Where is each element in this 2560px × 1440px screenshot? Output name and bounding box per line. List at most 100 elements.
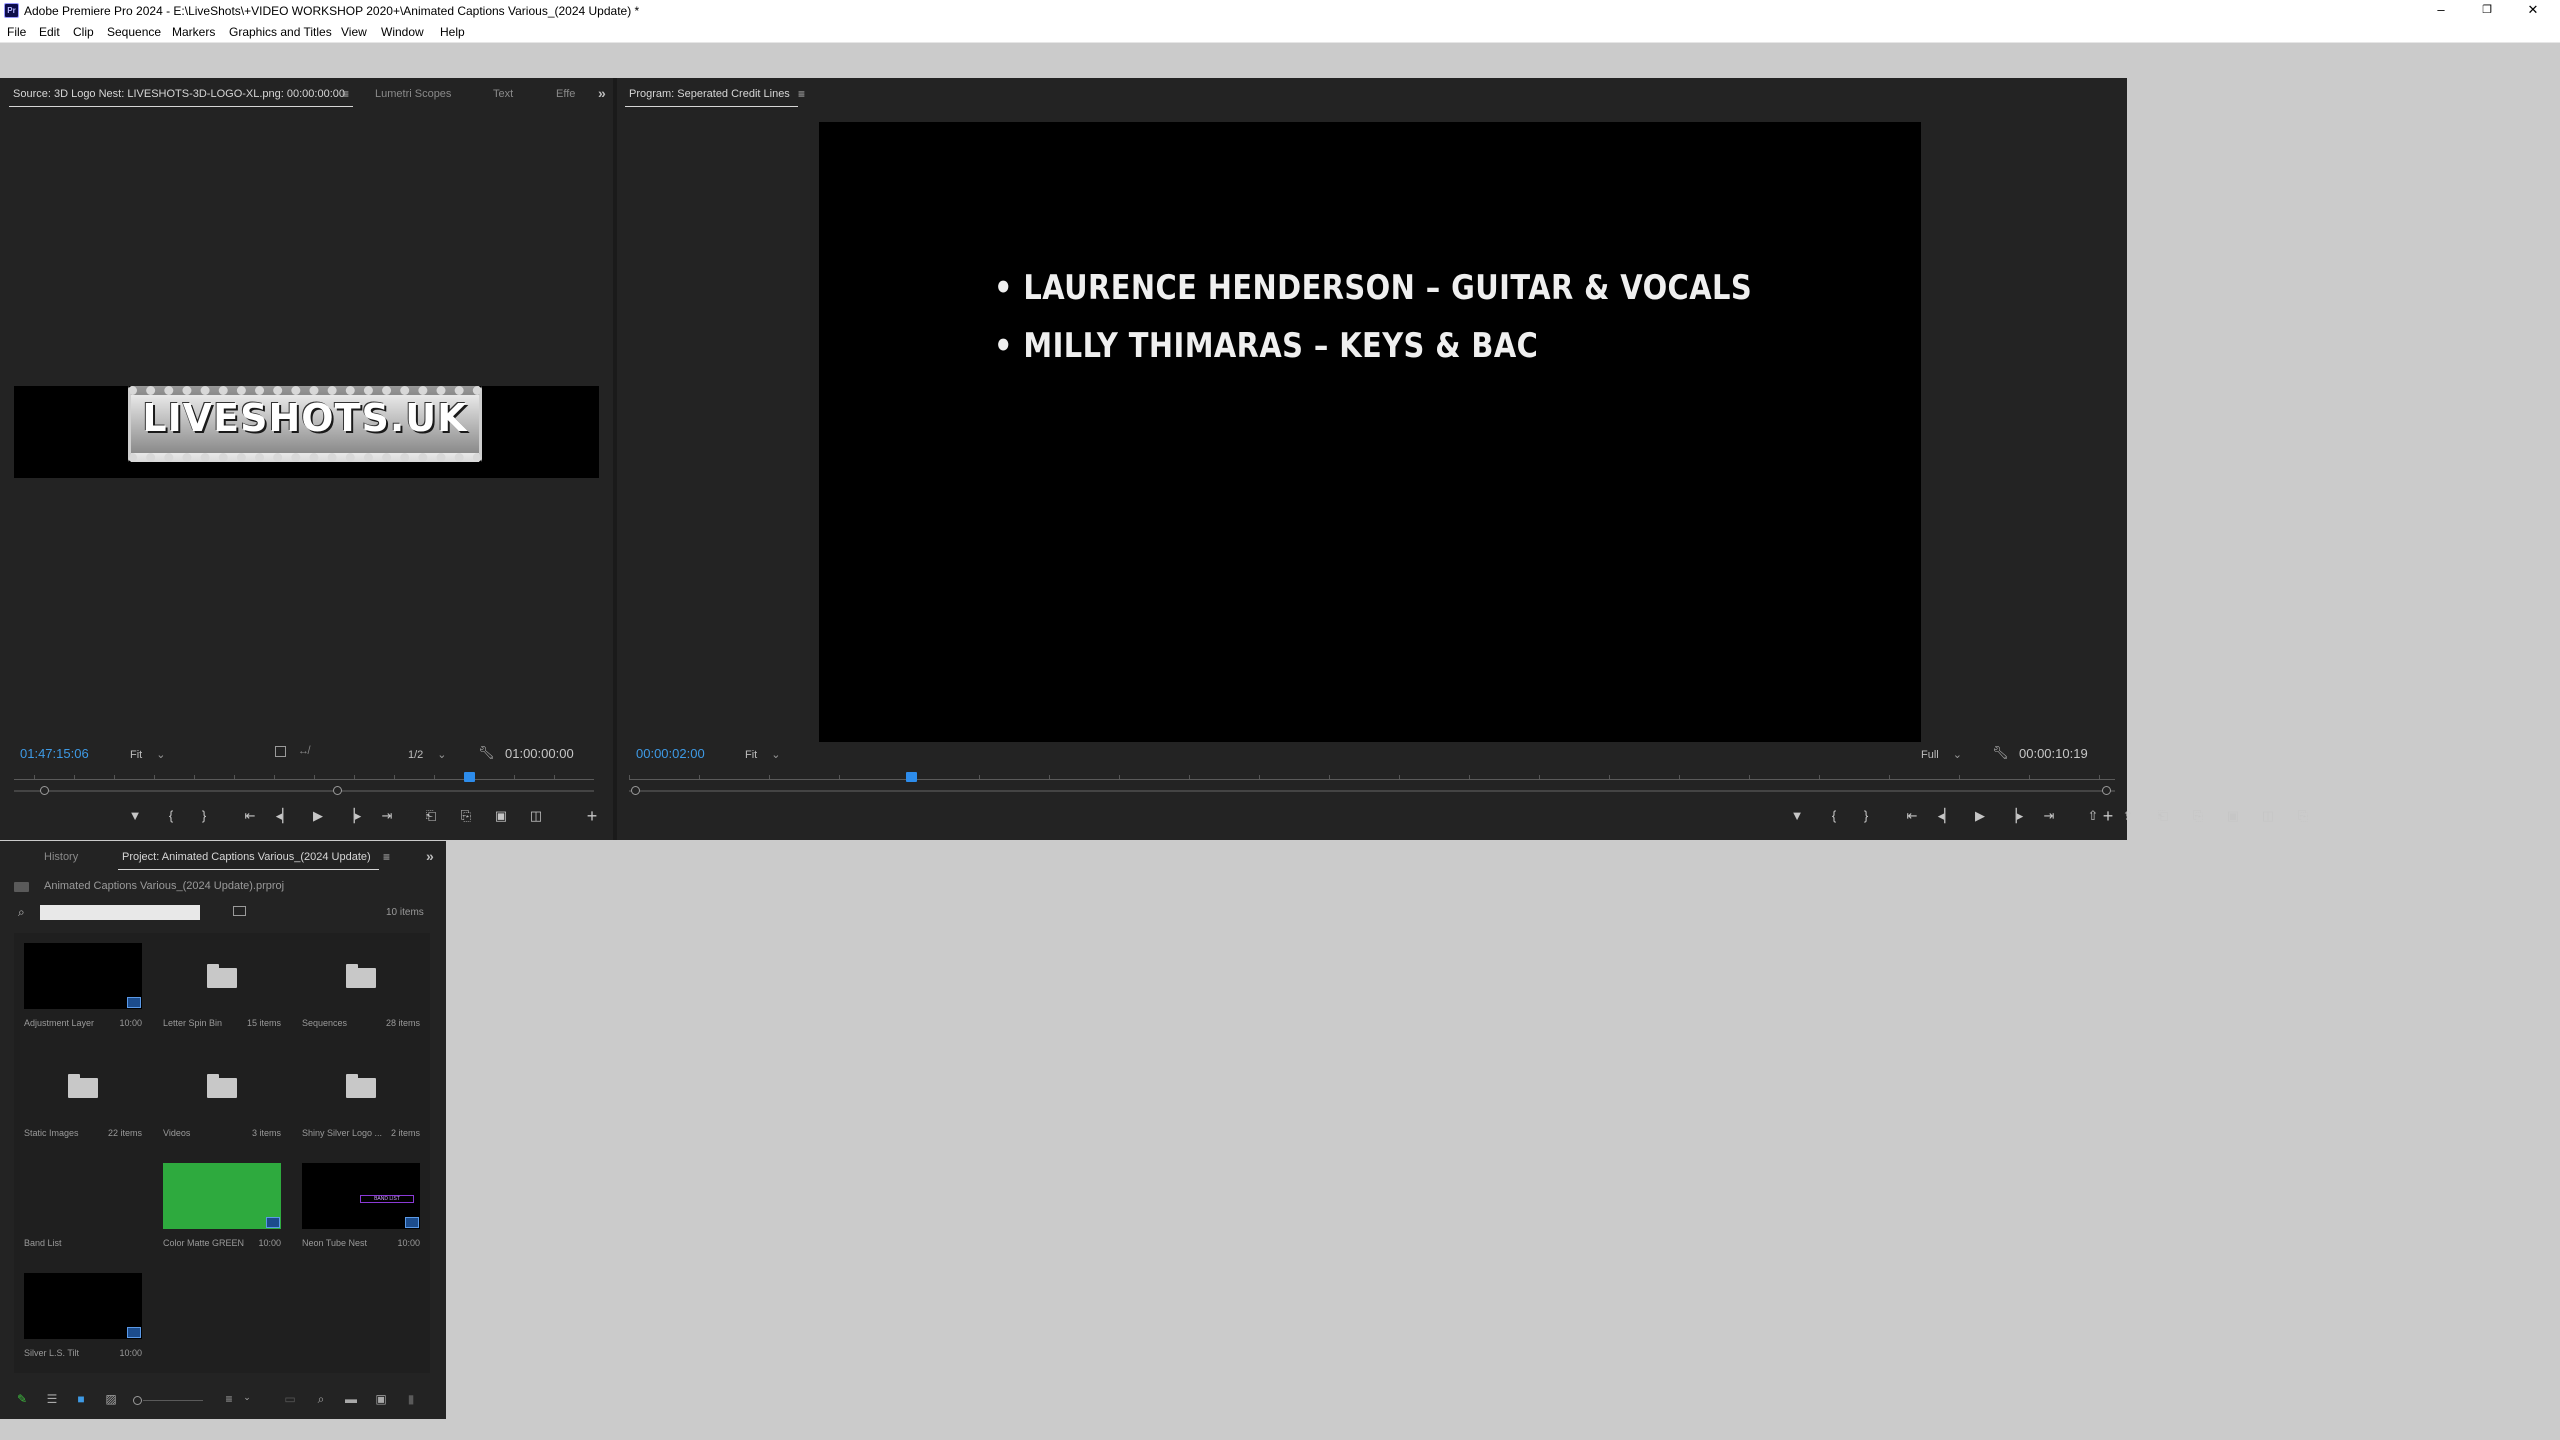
program-go-to-out-icon[interactable]: ⇥ — [2038, 808, 2060, 824]
color-matte-green-thumbnail[interactable] — [163, 1163, 281, 1229]
tab-history[interactable]: History — [44, 851, 78, 863]
source-zoom-scrollbar[interactable] — [14, 790, 594, 792]
menu-help[interactable]: Help — [440, 25, 465, 39]
tab-lumetri-scopes[interactable]: Lumetri Scopes — [375, 88, 451, 100]
program-step-back-icon[interactable]: ◂▏ — [1935, 808, 1957, 824]
project-tab-menu-icon[interactable]: ≡ — [383, 850, 390, 864]
insert-mode-icon[interactable]: ↮ — [298, 745, 309, 757]
source-viewer[interactable]: LIVESHOTS.UK — [14, 386, 599, 478]
program-step-forward-icon[interactable]: ▕▸ — [2004, 808, 2026, 824]
program-proxy-icon[interactable]: ⎘ — [2292, 808, 2314, 824]
program-mark-out-icon[interactable]: } — [1855, 808, 1877, 824]
program-export-frame-icon[interactable]: ▣ — [2222, 808, 2244, 824]
program-current-timecode[interactable]: 00:00:02:00 — [636, 746, 705, 761]
new-search-bin-icon[interactable] — [233, 906, 246, 916]
mark-in-icon[interactable]: { — [160, 808, 182, 824]
neon-tube-nest-thumbnail[interactable]: BAND LIST — [302, 1163, 420, 1229]
thumbnail-size-slider[interactable] — [143, 1400, 203, 1401]
letter-spin-bin-folder-icon[interactable] — [207, 964, 237, 988]
menu-graphics-and-titles[interactable]: Graphics and Titles — [229, 25, 332, 39]
project-panel: History Project: Animated Captions Vario… — [0, 841, 446, 1419]
program-go-to-in-icon[interactable]: ⇤ — [1901, 808, 1923, 824]
compare-view-icon[interactable]: ◫ — [525, 808, 547, 824]
menu-edit[interactable]: Edit — [39, 25, 60, 39]
project-overflow-icon[interactable]: » — [426, 848, 434, 864]
menu-sequence[interactable]: Sequence — [107, 25, 161, 39]
source-scroll-end-handle[interactable] — [333, 786, 342, 795]
button-editor-icon[interactable]: + — [581, 807, 603, 825]
maximize-button[interactable]: ❐ — [2464, 0, 2510, 21]
list-view-icon[interactable]: ☰ — [43, 1392, 61, 1406]
tab-program[interactable]: Program: Seperated Credit Lines — [625, 88, 798, 107]
tab-text[interactable]: Text — [493, 88, 513, 100]
step-forward-icon[interactable]: ▕▸ — [342, 808, 364, 824]
extract-icon[interactable]: ⇪ — [2117, 808, 2139, 824]
program-scroll-end-handle[interactable] — [2102, 786, 2111, 795]
new-item-icon[interactable]: ▣ — [372, 1392, 390, 1406]
program-viewer[interactable]: • LAURENCE HENDERSON – GUITAR & VOCALS •… — [819, 122, 1921, 742]
drop-face-icon[interactable] — [275, 746, 286, 757]
program-compare-view-icon[interactable]: ◫ — [2257, 808, 2279, 824]
static-images-folder-icon[interactable] — [68, 1074, 98, 1098]
videos-folder-icon[interactable] — [207, 1074, 237, 1098]
source-settings-wrench-icon[interactable]: 🔧︎ — [478, 745, 495, 761]
program-overwrite-icon[interactable]: ⎘ — [2187, 808, 2209, 824]
menu-view[interactable]: View — [341, 25, 367, 39]
program-insert-icon[interactable]: ⎗ — [2152, 808, 2174, 824]
source-zoom-dropdown[interactable]: Fit — [130, 748, 165, 761]
overwrite-icon[interactable]: ⎘ — [455, 808, 477, 824]
program-playhead[interactable] — [906, 772, 918, 782]
source-time-ruler[interactable] — [14, 770, 594, 780]
mark-out-icon[interactable]: } — [193, 808, 215, 824]
project-search-input[interactable] — [40, 905, 200, 920]
source-resolution-dropdown[interactable]: 1/2 — [408, 748, 447, 761]
tab-source[interactable]: Source: 3D Logo Nest: LIVESHOTS-3D-LOGO-… — [8, 88, 354, 107]
icon-view-icon[interactable]: ■ — [72, 1392, 90, 1406]
panel-overflow-icon[interactable]: » — [598, 85, 606, 101]
play-icon[interactable]: ▶ — [307, 808, 329, 824]
program-zoom-dropdown[interactable]: Fit — [745, 748, 780, 761]
adjustment-layer-thumbnail[interactable] — [24, 943, 142, 1009]
new-bin-icon[interactable]: ▬ — [342, 1392, 360, 1406]
step-back-icon[interactable]: ◂▏ — [273, 808, 295, 824]
program-zoom-scrollbar[interactable] — [629, 790, 2115, 792]
program-tab-menu-icon[interactable]: ≡ — [798, 87, 805, 101]
program-scroll-start-handle[interactable] — [631, 786, 640, 795]
writable-pencil-icon[interactable]: ✎ — [13, 1392, 31, 1406]
add-marker-icon[interactable]: ▼ — [124, 808, 146, 824]
go-to-out-icon[interactable]: ⇥ — [376, 808, 398, 824]
sort-icon[interactable]: ≡ — [220, 1392, 238, 1406]
find-icon[interactable]: ⌕ — [312, 1392, 330, 1407]
minimize-button[interactable]: – — [2418, 0, 2464, 21]
item-name[interactable]: Band List — [24, 1238, 62, 1248]
sort-dropdown-icon[interactable]: ⌄ — [238, 1392, 256, 1403]
thumbnail-size-slider-handle[interactable] — [133, 1396, 142, 1405]
tab-project[interactable]: Project: Animated Captions Various_(2024… — [118, 851, 379, 870]
program-resolution-dropdown[interactable]: Full — [1921, 748, 1962, 761]
program-add-marker-icon[interactable]: ▼ — [1786, 808, 1808, 824]
source-scroll-start-handle[interactable] — [40, 786, 49, 795]
close-button[interactable]: ✕ — [2510, 0, 2556, 21]
silver-ls-tilt-thumbnail[interactable] — [24, 1273, 142, 1339]
automate-to-sequence-icon[interactable]: ▭ — [281, 1392, 299, 1406]
program-button-editor-icon[interactable]: + — [2097, 807, 2119, 825]
clear-trash-icon[interactable]: ▮ — [402, 1392, 420, 1406]
program-settings-wrench-icon[interactable]: 🔧︎ — [1992, 745, 2009, 761]
sequences-folder-icon[interactable] — [346, 964, 376, 988]
freeform-view-icon[interactable]: ▨ — [102, 1392, 120, 1406]
go-to-in-icon[interactable]: ⇤ — [239, 808, 261, 824]
menu-markers[interactable]: Markers — [172, 25, 215, 39]
shiny-silver-logo-folder-icon[interactable] — [346, 1074, 376, 1098]
source-current-timecode[interactable]: 01:47:15:06 — [20, 746, 89, 761]
menu-window[interactable]: Window — [381, 25, 424, 39]
program-mark-in-icon[interactable]: { — [1823, 808, 1845, 824]
program-play-icon[interactable]: ▶ — [1969, 808, 1991, 824]
menu-clip[interactable]: Clip — [73, 25, 94, 39]
menu-file[interactable]: File — [7, 25, 26, 39]
source-playhead[interactable] — [464, 772, 475, 782]
program-time-ruler[interactable] — [629, 770, 2115, 780]
source-tab-menu-icon[interactable]: ≡ — [342, 87, 349, 101]
tab-effects[interactable]: Effe — [556, 88, 575, 100]
export-frame-icon[interactable]: ▣ — [490, 808, 512, 824]
insert-icon[interactable]: ⎗ — [420, 808, 442, 824]
